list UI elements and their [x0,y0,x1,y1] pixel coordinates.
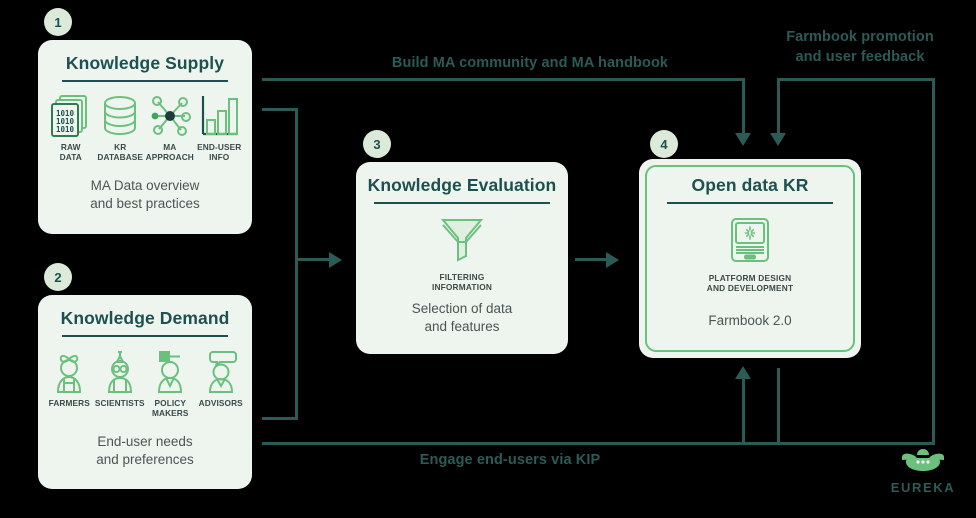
badge-step-4-label: 4 [660,136,668,152]
connector-demand-stub [262,417,298,420]
badge-step-3: 3 [363,130,391,158]
card-knowledge-demand[interactable]: Knowledge Demand FARMERS SCIENTISTS POLI… [38,295,252,489]
connector-left-vertical [295,108,298,420]
connector-top-horizontal [262,78,745,81]
connector-top-down-stub [742,78,745,135]
card-knowledge-supply-title: Knowledge Supply [65,53,225,73]
card-knowledge-supply-description: MA Data overview and best practices [90,178,200,212]
svg-text:1010: 1010 [56,125,75,134]
connector-feedback-right-vertical [932,78,935,444]
arrow-into-card3 [329,252,342,268]
arrow-into-card4-bottom [735,366,751,379]
connector-into-card3 [295,258,331,261]
card-knowledge-supply-rule [62,80,228,82]
icon-cell-raw-data: 1010 1010 1010 RAW DATA [46,92,96,163]
badge-step-1-label: 1 [54,14,62,30]
funnel-icon [437,216,487,267]
connector-feedback-horizontal [777,78,935,81]
flow-label-top-right: Farmbook promotion and user feedback [786,29,934,65]
knowledge-supply-icon-row: 1010 1010 1010 RAW DATA KR DATABASE MA A… [46,92,244,163]
icon-caption-scientists: SCIENTISTS [94,398,145,408]
diagram-canvas: Build MA community and MA handbook Farmb… [0,0,976,518]
card-knowledge-evaluation-title: Knowledge Evaluation [367,175,557,195]
icon-caption-raw-data: RAW DATA [59,142,82,162]
badge-step-3-label: 3 [373,136,381,152]
knowledge-evaluation-icon: FILTERING INFORMATION [356,216,568,293]
icon-caption-farmers: FARMERS [48,398,90,408]
funnel-icon-caption: FILTERING INFORMATION [431,272,493,292]
badge-step-2-label: 2 [54,269,62,285]
knowledge-demand-icon-row: FARMERS SCIENTISTS POLICY MAKERS ADVISOR… [44,348,246,419]
icon-cell-end-user-info: END-USER INFO [195,92,245,163]
card-knowledge-demand-title: Knowledge Demand [60,308,230,328]
policy-maker-icon [149,348,191,394]
farmer-icon [48,348,90,394]
icon-cell-ma-approach: MA APPROACH [145,92,195,163]
scientist-icon [99,348,141,394]
icon-cell-policy-makers: POLICY MAKERS [145,348,196,419]
icon-cell-kr-database: KR DATABASE [96,92,146,163]
card-knowledge-demand-description: End-user needs and preferences [96,434,194,468]
arrow-into-card4-left [735,133,751,146]
open-data-kr-icon: PLATFORM DESIGN AND DEVELOPMENT [639,217,861,294]
laptop-platform-icon [729,217,771,268]
connector-supply-stub [262,108,298,111]
connector-bottom-horizontal [262,442,935,445]
advisor-icon [200,348,242,394]
badge-step-2: 2 [44,263,72,291]
flow-label-bottom: Engage end-users via KIP [419,452,601,468]
raw-data-icon: 1010 1010 1010 [50,92,92,138]
eureka-logo-text: EUREKA [890,480,956,495]
card-knowledge-evaluation-description: Selection of data and features [411,301,513,335]
card-knowledge-demand-rule [62,335,228,337]
badge-step-1: 1 [44,8,72,36]
eureka-logo: EUREKA [880,448,966,495]
connector-card4-out-down [777,368,780,443]
icon-caption-kr-database: KR DATABASE [97,142,144,162]
icon-caption-ma-approach: MA APPROACH [145,142,194,162]
card-open-data-kr-title: Open data KR [691,175,809,195]
icon-caption-advisors: ADVISORS [198,398,243,408]
icon-caption-end-user-info: END-USER INFO [197,142,242,162]
ma-approach-icon [148,92,192,138]
card-open-data-kr-description: Farmbook 2.0 [708,313,792,328]
arrow-card3-to-card4 [606,252,619,268]
icon-cell-farmers: FARMERS [44,348,95,419]
connector-feedback-down-stub [777,78,780,135]
badge-step-4: 4 [650,130,678,158]
arrow-into-card4-right [770,133,786,146]
flow-label-top-left: Build MA community and MA handbook [391,55,669,71]
icon-caption-policy-makers: POLICY MAKERS [151,398,189,418]
card-knowledge-supply[interactable]: Knowledge Supply 1010 1010 1010 RAW DATA [38,40,252,234]
card-open-data-kr[interactable]: Open data KR PLATFORM DESIGN AND DEVELOP… [639,159,861,358]
eureka-leaf-icon [899,448,947,479]
card-open-data-kr-rule [667,202,833,204]
connector-card3-to-card4 [575,258,608,261]
icon-cell-advisors: ADVISORS [196,348,247,419]
card-knowledge-evaluation[interactable]: Knowledge Evaluation FILTERING INFORMATI… [356,162,568,354]
end-user-info-icon [198,92,240,138]
card-knowledge-evaluation-rule [374,202,550,204]
connector-bottom-up-stub [742,378,745,443]
laptop-platform-icon-caption: PLATFORM DESIGN AND DEVELOPMENT [706,273,794,293]
icon-cell-scientists: SCIENTISTS [95,348,146,419]
kr-database-icon [100,92,140,138]
